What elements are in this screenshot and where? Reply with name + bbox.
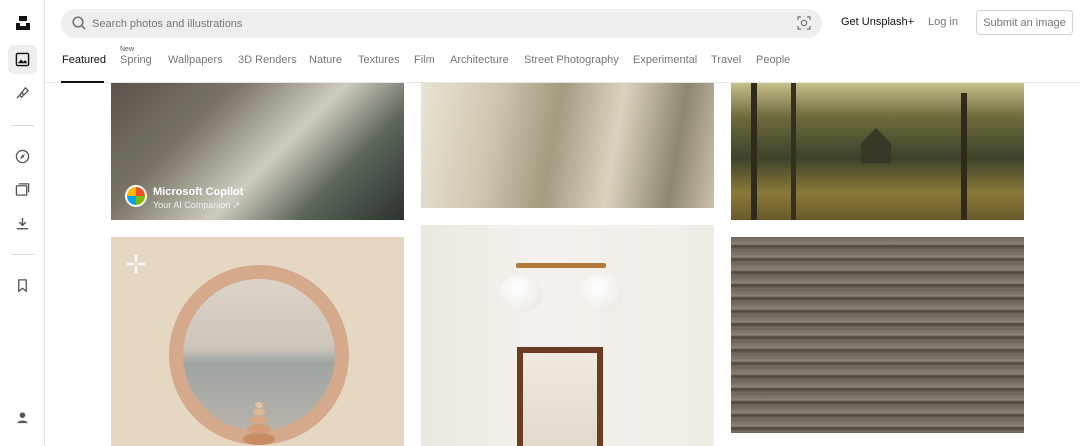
- active-tab-indicator: [61, 81, 104, 83]
- tab-architecture[interactable]: Architecture: [450, 54, 509, 66]
- tab-film[interactable]: Film: [414, 54, 435, 66]
- ad-title[interactable]: Microsoft Copilot: [153, 186, 243, 198]
- search-icon[interactable]: [71, 15, 87, 36]
- tab-featured[interactable]: Featured: [62, 54, 106, 66]
- submit-image-button[interactable]: Submit an image: [976, 10, 1073, 35]
- lamp-fixture: [516, 263, 606, 268]
- tab-nature[interactable]: Nature: [309, 54, 342, 66]
- explore-icon[interactable]: [8, 142, 37, 171]
- photo-forest-cabin[interactable]: [731, 83, 1024, 220]
- search-input[interactable]: [92, 9, 772, 38]
- new-badge: New: [120, 46, 135, 53]
- tab-3d-renders[interactable]: 3D Renders: [238, 54, 297, 66]
- lamp-globe-right: [579, 275, 623, 311]
- photo-sponsored-copilot[interactable]: Microsoft Copilot Your AI Companion ↗: [111, 83, 404, 220]
- downloads-icon[interactable]: [8, 209, 37, 238]
- tab-experimental[interactable]: Experimental: [633, 54, 697, 66]
- photo-wood-texture[interactable]: [731, 237, 1024, 433]
- login-link[interactable]: Log in: [928, 16, 958, 28]
- photo-abstract-curves[interactable]: [421, 83, 714, 208]
- illustrations-icon[interactable]: [8, 78, 37, 107]
- tab-street-photography[interactable]: Street Photography: [524, 54, 619, 66]
- sidebar: [0, 0, 45, 446]
- ad-subtitle[interactable]: Your AI Companion ↗: [153, 200, 240, 211]
- account-icon[interactable]: [8, 403, 37, 432]
- search-bar: [61, 9, 822, 38]
- mirror-frame: [517, 347, 603, 446]
- unsplash-logo-icon[interactable]: [8, 8, 37, 37]
- photo-3d-ring-render[interactable]: [111, 237, 404, 446]
- photos-icon[interactable]: [8, 45, 37, 74]
- tab-people[interactable]: People: [756, 54, 790, 66]
- tab-spring[interactable]: Spring: [120, 54, 152, 66]
- tab-travel[interactable]: Travel: [711, 54, 741, 66]
- forest-illustration: [751, 83, 967, 220]
- tab-wallpapers[interactable]: Wallpapers: [168, 54, 223, 66]
- visual-search-icon[interactable]: [796, 15, 812, 36]
- topics-nav: Featured New Spring Wallpapers 3D Render…: [45, 44, 1080, 83]
- photo-mirror-lamp[interactable]: [421, 225, 714, 446]
- collections-icon[interactable]: [8, 175, 37, 204]
- copilot-logo-icon: [125, 185, 147, 207]
- get-unsplash-plus-link[interactable]: Get Unsplash+: [841, 16, 914, 28]
- lamp-globe-left: [499, 275, 543, 311]
- bookmark-icon[interactable]: [8, 271, 37, 300]
- plus-badge-icon: [125, 253, 147, 280]
- stacked-stones-icon: [243, 402, 275, 445]
- tab-textures[interactable]: Textures: [358, 54, 400, 66]
